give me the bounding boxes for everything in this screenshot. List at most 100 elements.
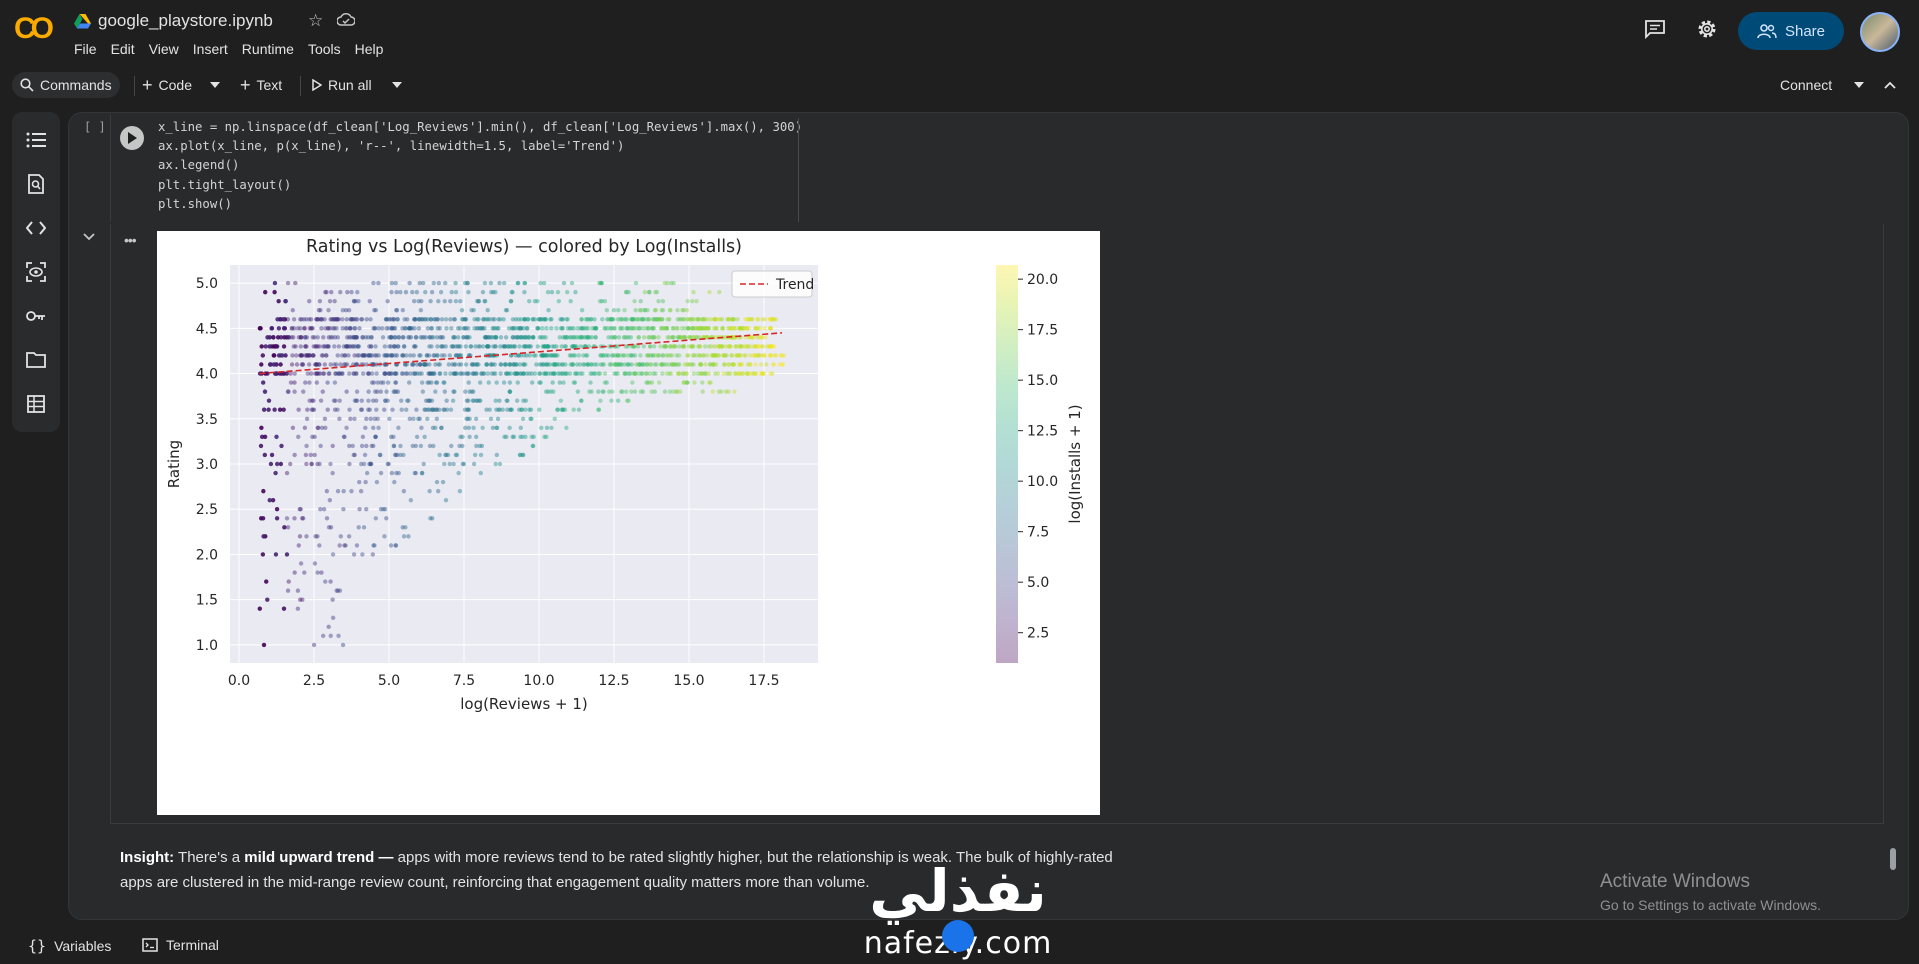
scatter-point <box>434 479 440 485</box>
scatter-point <box>521 326 526 331</box>
scatter-point <box>530 317 536 322</box>
menu-insert[interactable]: Insert <box>193 41 228 57</box>
connect-button[interactable]: Connect <box>1772 72 1840 98</box>
scatter-point <box>476 317 481 322</box>
plus-icon: + <box>240 74 251 95</box>
scatter-point <box>576 353 582 358</box>
menu-edit[interactable]: Edit <box>111 41 135 57</box>
notebook-filename[interactable]: google_playstore.ipynb <box>98 11 273 31</box>
scatter-point <box>561 280 567 286</box>
scatter-point <box>261 488 266 494</box>
scatter-point <box>602 298 608 304</box>
scatter-point <box>398 443 403 449</box>
cloud-saved-icon[interactable] <box>337 12 355 26</box>
code-snippets-icon[interactable] <box>24 216 48 240</box>
scatter-point <box>410 443 415 449</box>
scatter-point <box>490 425 496 431</box>
commands-button[interactable]: Commands <box>12 72 120 98</box>
scatter-point <box>740 371 745 376</box>
variable-inspector-icon[interactable] <box>24 260 48 284</box>
scatter-point <box>291 317 297 322</box>
scatter-point <box>670 326 675 331</box>
scatter-point <box>376 280 381 286</box>
variables-button[interactable]: {} Variables <box>28 937 111 955</box>
add-text-button[interactable]: + Text <box>232 72 290 98</box>
scatter-point <box>332 344 337 349</box>
scatter-point <box>472 362 478 367</box>
menu-runtime[interactable]: Runtime <box>242 41 294 57</box>
insight-text: There's a <box>174 849 245 866</box>
scatter-point <box>260 353 266 358</box>
scatter-point <box>691 362 696 367</box>
scatter-point <box>260 552 266 557</box>
scatter-point <box>466 398 471 403</box>
scatter-point <box>770 344 775 349</box>
code-line: x_line = np.linspace(df_clean['Log_Revie… <box>158 120 803 134</box>
scatter-point <box>449 289 454 295</box>
scatter-point <box>544 362 550 367</box>
scatter-point <box>541 317 546 322</box>
data-table-icon[interactable] <box>24 392 48 416</box>
scatter-point <box>427 371 432 376</box>
terminal-button[interactable]: Terminal <box>142 937 219 953</box>
collapse-header-button[interactable] <box>1876 72 1904 98</box>
scatter-point <box>355 344 361 349</box>
scatter-point <box>391 434 396 440</box>
scatter-point <box>364 507 369 512</box>
code-label: Code <box>158 77 192 93</box>
secrets-key-icon[interactable] <box>24 304 48 328</box>
scatter-point <box>707 362 713 367</box>
connect-dropdown-icon[interactable] <box>1846 72 1872 98</box>
scatter-point <box>300 362 306 367</box>
scatter-point <box>753 362 758 367</box>
scatter-point <box>507 362 512 367</box>
scatter-point <box>512 344 518 349</box>
user-avatar[interactable] <box>1860 12 1900 52</box>
menu-view[interactable]: View <box>149 41 179 57</box>
scatter-point <box>439 425 444 431</box>
scatter-point <box>752 353 758 358</box>
add-code-button[interactable]: + Code <box>134 72 200 98</box>
run-all-dropdown-icon[interactable] <box>384 72 410 98</box>
scatter-point <box>485 308 490 313</box>
colab-logo[interactable]: CO <box>14 14 58 44</box>
scatter-point <box>259 425 264 431</box>
scatter-point <box>527 371 532 376</box>
scatter-point <box>579 317 584 322</box>
scatter-point <box>373 344 378 349</box>
menu-file[interactable]: File <box>74 41 97 57</box>
scatter-point <box>419 371 424 376</box>
settings-gear-icon[interactable] <box>1696 18 1718 40</box>
find-replace-icon[interactable] <box>24 172 48 196</box>
comment-icon[interactable] <box>1644 18 1666 40</box>
scatter-point <box>337 543 342 548</box>
star-icon[interactable]: ☆ <box>308 11 323 31</box>
scatter-point <box>552 416 557 421</box>
scatter-point <box>393 380 398 385</box>
output-actions-icon[interactable]: ••• <box>124 232 137 248</box>
scatter-point <box>632 389 638 394</box>
scatter-point <box>276 326 282 331</box>
scatter-point <box>331 326 336 331</box>
scatter-point <box>290 353 295 358</box>
scatter-point <box>269 452 275 458</box>
scatter-point <box>316 425 321 431</box>
files-folder-icon[interactable] <box>24 348 48 372</box>
menu-help[interactable]: Help <box>355 41 384 57</box>
menu-tools[interactable]: Tools <box>308 41 341 57</box>
chevron-down-icon[interactable] <box>82 232 96 242</box>
scatter-point <box>471 461 477 467</box>
scatter-point <box>508 371 514 376</box>
table-of-contents-icon[interactable] <box>24 128 48 152</box>
run-all-button[interactable]: Run all <box>304 72 380 98</box>
scatter-point <box>680 317 686 322</box>
code-dropdown-icon[interactable] <box>202 72 228 98</box>
scatter-point <box>551 389 556 394</box>
scrollbar-thumb[interactable] <box>1890 848 1896 870</box>
share-button[interactable]: Share <box>1738 12 1844 50</box>
scatter-point <box>647 344 653 349</box>
scatter-point <box>307 398 312 403</box>
scatter-point <box>261 407 267 412</box>
code-text[interactable]: x_line = np.linspace(df_clean['Log_Revie… <box>158 118 802 214</box>
scatter-point <box>467 434 472 440</box>
